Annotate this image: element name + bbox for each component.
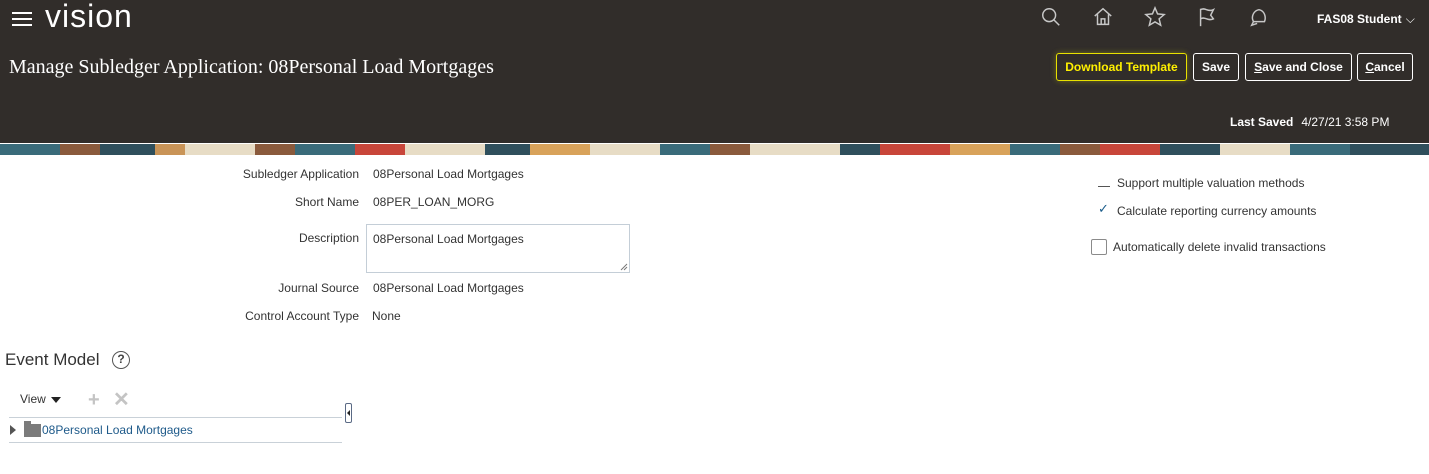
journal-source-label: Journal Source: [278, 281, 359, 295]
cancel-accelerator: C: [1365, 60, 1374, 74]
auto-delete-invalid-checkbox[interactable]: [1091, 239, 1107, 255]
description-value: 08Personal Load Mortgages: [373, 232, 524, 246]
search-icon[interactable]: [1040, 6, 1066, 32]
menu-icon[interactable]: [12, 12, 32, 28]
calculate-reporting-currency-option: Calculate reporting currency amounts: [1117, 204, 1317, 218]
tree-item-link[interactable]: 08Personal Load Mortgages: [42, 423, 193, 437]
flag-icon[interactable]: [1196, 6, 1222, 32]
star-icon[interactable]: [1144, 5, 1170, 32]
panel-collapse-handle[interactable]: [345, 403, 352, 423]
save-and-close-accelerator: S: [1254, 60, 1263, 74]
journal-source-value: 08Personal Load Mortgages: [373, 281, 524, 295]
save-and-close-label: ave and Close: [1262, 60, 1343, 74]
save-button[interactable]: Save: [1193, 53, 1239, 81]
tree-item[interactable]: 08Personal Load Mortgages: [10, 419, 193, 441]
cancel-label: ancel: [1373, 60, 1405, 74]
download-template-button[interactable]: Download Template: [1056, 53, 1187, 81]
home-icon[interactable]: [1092, 6, 1118, 32]
view-menu[interactable]: View: [20, 392, 61, 406]
description-label: Description: [298, 231, 359, 245]
short-name-label: Short Name: [294, 195, 359, 209]
global-header: vision FAS08 Student ⌵ Manage Subledger A…: [0, 0, 1429, 143]
expand-icon[interactable]: [10, 425, 16, 435]
chevron-down-icon: ⌵: [1405, 12, 1415, 26]
delete-icon[interactable]: ✕: [113, 390, 130, 410]
caret-down-icon: [50, 396, 61, 403]
page-title: Manage Subledger Application: 08Personal…: [9, 56, 494, 78]
help-icon[interactable]: ?: [112, 351, 130, 369]
resize-handle-icon[interactable]: [620, 263, 628, 271]
unchecked-dash-icon: [1098, 186, 1110, 187]
brand-logo: vision: [45, 0, 133, 34]
description-field[interactable]: 08Personal Load Mortgages: [366, 224, 630, 273]
checkmark-icon: ✓: [1098, 201, 1109, 216]
decorative-banner: [0, 143, 1429, 155]
folder-icon: [24, 420, 41, 437]
subledger-application-value: 08Personal Load Mortgages: [373, 167, 524, 181]
user-name: FAS08 Student: [1317, 12, 1402, 26]
control-account-type-label: Control Account Type: [245, 309, 359, 323]
header-icons: [1040, 5, 1300, 32]
cancel-button[interactable]: Cancel: [1357, 53, 1413, 81]
bell-icon[interactable]: [1248, 6, 1274, 32]
last-saved-label: Last Saved: [1230, 115, 1294, 129]
user-menu[interactable]: FAS08 Student ⌵: [1317, 12, 1415, 27]
save-and-close-button[interactable]: Save and Close: [1245, 53, 1352, 81]
subledger-application-label: Subledger Application: [242, 167, 359, 181]
auto-delete-invalid-label: Automatically delete invalid transaction…: [1113, 240, 1326, 254]
event-model-title: Event Model: [5, 350, 100, 369]
support-multiple-valuation-option: Support multiple valuation methods: [1117, 176, 1305, 190]
short-name-value: 08PER_LOAN_MORG: [373, 195, 495, 209]
last-saved-value: 4/27/21 3:58 PM: [1301, 115, 1390, 129]
view-menu-label: View: [20, 392, 46, 406]
control-account-type-value: None: [372, 309, 401, 323]
add-icon[interactable]: +: [88, 390, 100, 410]
last-saved: Last Saved 4/27/21 3:58 PM: [1230, 115, 1389, 129]
